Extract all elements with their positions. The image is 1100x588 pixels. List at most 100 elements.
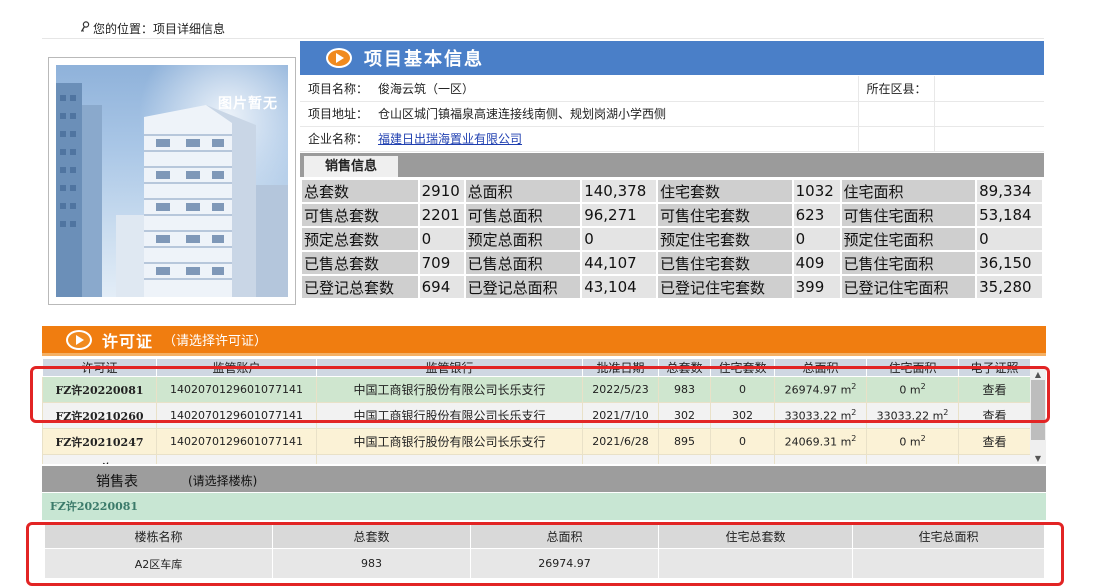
residential-area-value: 0 m (899, 383, 921, 397)
sales-metric-value: 0 (580, 226, 659, 252)
permit-row[interactable]: FZ许20220081 1402070129601077141 中国工商银行股份有限… (42, 376, 1031, 403)
sales-metric-label: 预定总面积 (463, 226, 583, 252)
building-image: 图片暂无 (56, 65, 288, 297)
info-row-company: 企业名称： 福建日出瑞海置业有限公司 (300, 126, 1044, 152)
scroll-thumb[interactable] (1031, 380, 1045, 440)
total-units: 302 (658, 402, 711, 429)
address-value: 仓山区城门镇福泉高速连接线南侧、规划岗湖小学西侧 (370, 101, 858, 127)
residential-units: 302 (710, 402, 775, 429)
permit-header: 许可证 （请选择许可证） (42, 326, 1046, 356)
sales-metric-value: 2910 (417, 178, 466, 204)
supervision-bank: 中国工商银行股份有限公司长乐支行 (316, 428, 583, 455)
sales-metric-value: 36,150 (975, 250, 1044, 276)
sales-info-row: 可售总套数 2201 可售总面积 96,271 可售住宅套数 623 可售住宅面积 53,18… (300, 202, 1044, 228)
permit-column-header: 许可证 (42, 358, 157, 377)
info-row-name: 项目名称： 俊海云筑（一区） 所在区县： (300, 76, 1044, 102)
info-row-address: 项目地址： 仓山区城门镇福泉高速连接线南侧、规划岗湖小学西侧 (300, 101, 1044, 127)
approval-date: 2021/7/10 (582, 402, 659, 429)
area-unit-superscript: 2 (851, 408, 857, 418)
total-area: 33033.22 m2 (774, 402, 867, 429)
sales-metric-label: 住宅面积 (839, 178, 978, 204)
view-certificate-link[interactable] (958, 454, 1031, 464)
area-unit-superscript: 2 (943, 408, 949, 418)
breadcrumb-text: 您的位置：项目详细信息 (93, 22, 226, 36)
sales-metric-label: 预定总套数 (300, 226, 420, 252)
permit-row[interactable]: FZ许 (42, 454, 1031, 464)
district-value (933, 76, 1044, 102)
area-unit-superscript: 2 (920, 382, 926, 392)
sales-metric-label: 已售住宅套数 (656, 250, 794, 276)
view-certificate-link[interactable]: 查看 (958, 428, 1031, 455)
permit-list[interactable]: 许可证 监管账户 监管银行 批准日期 总套数 住宅套数 总面积 住宅面积 电子证照 FZ许202… (42, 358, 1046, 464)
approval-date: 2022/5/23 (582, 376, 659, 403)
sales-metric-label: 总面积 (463, 178, 583, 204)
building-building[interactable]: A2区车库 (44, 548, 273, 579)
sales-metric-value: 399 (791, 274, 842, 300)
sales-metric-label: 预定住宅套数 (656, 226, 794, 252)
building-table: 楼栋名称 总套数 总面积 住宅总套数 住宅总面积 A2区车库 983 26974.97 (44, 524, 1045, 579)
supervision-account: 1402070129601077141 (156, 376, 317, 403)
approval-date: 2021/6/28 (582, 428, 659, 455)
company-link[interactable]: 福建日出瑞海置业有限公司 (378, 132, 522, 146)
breadcrumb: 您的位置：项目详细信息 (80, 20, 225, 37)
sales-metric-value: 53,184 (975, 202, 1044, 228)
supervision-bank (316, 454, 583, 464)
permit-number: FZ许20210260 (42, 402, 157, 429)
supervision-bank: 中国工商银行股份有限公司长乐支行 (316, 402, 583, 429)
sales-metric-value: 623 (791, 202, 842, 228)
total-area-value: 24069.31 m (784, 435, 852, 449)
permit-column-header: 监管银行 (316, 358, 583, 377)
permit-number: FZ许20220081 (42, 376, 157, 403)
permit-row[interactable]: FZ许20210260 1402070129601077141 中国工商银行股份有限… (42, 402, 1031, 429)
sales-metric-label: 已登记总套数 (300, 274, 420, 300)
area-unit-superscript: 2 (851, 434, 857, 444)
permit-column-header: 总面积 (774, 358, 867, 377)
building-total-area: 26974.97 (470, 548, 659, 579)
scroll-up-arrow-icon[interactable]: ▲ (1030, 368, 1046, 380)
sales-metric-label: 住宅套数 (656, 178, 794, 204)
project-name-label: 项目名称： (300, 76, 370, 102)
approval-date (582, 454, 659, 464)
permit-row[interactable]: FZ许20210247 1402070129601077141 中国工商银行股份有限… (42, 428, 1031, 455)
scroll-down-arrow-icon[interactable]: ▼ (1030, 452, 1046, 464)
sales-metric-label: 已售住宅面积 (839, 250, 978, 276)
selected-permit-label: FZ许20220081 (42, 493, 1046, 520)
residential-area: 33033.22 m2 (866, 402, 959, 429)
supervision-bank: 中国工商银行股份有限公司长乐支行 (316, 376, 583, 403)
permit-number: FZ许20210247 (42, 428, 157, 455)
sales-info-row: 总套数 2910 总面积 140,378 住宅套数 1032 住宅面积 89,334 (300, 178, 1044, 204)
building-res-units (658, 548, 853, 579)
sales-metric-value: 89,334 (975, 178, 1044, 204)
building-total-units: 983 (272, 548, 471, 579)
supervision-account: 1402070129601077141 (156, 428, 317, 455)
permit-number: FZ许 (42, 454, 157, 464)
sales-metric-label: 已登记住宅套数 (656, 274, 794, 300)
building-row[interactable]: A2区车库 983 26974.97 (44, 548, 1045, 579)
sales-table-bar: 销售表 (请选择楼栋) (42, 466, 1046, 492)
tab-sales-info[interactable]: 销售信息 (304, 156, 398, 177)
sales-table-label: 销售表 (96, 474, 138, 490)
residential-units: 0 (710, 428, 775, 455)
supervision-account (156, 454, 317, 464)
play-icon (326, 48, 352, 68)
sales-metric-value: 709 (417, 250, 466, 276)
sales-metric-value: 43,104 (580, 274, 659, 300)
residential-area: 0 m2 (866, 428, 959, 455)
total-area (774, 454, 867, 464)
sales-metric-label: 可售总面积 (463, 202, 583, 228)
divider (42, 38, 1044, 39)
sales-info-grid: 总套数 2910 总面积 140,378 住宅套数 1032 住宅面积 89,334 可售总套数… (300, 178, 1044, 300)
total-area: 26974.97 m2 (774, 376, 867, 403)
sales-metric-value: 0 (791, 226, 842, 252)
total-area: 24069.31 m2 (774, 428, 867, 455)
sales-metric-value: 44,107 (580, 250, 659, 276)
permit-hint: （请选择许可证） (163, 334, 268, 349)
permit-scrollbar[interactable]: ▲ ▼ (1030, 368, 1046, 464)
sales-info-row: 已售总套数 709 已售总面积 44,107 已售住宅套数 409 已售住宅面积 36,150 (300, 250, 1044, 276)
residential-area-value: 0 m (899, 435, 921, 449)
sales-table-hint: (请选择楼栋) (188, 474, 258, 488)
view-certificate-link[interactable]: 查看 (958, 402, 1031, 429)
sales-metric-label: 可售住宅面积 (839, 202, 978, 228)
view-certificate-link[interactable]: 查看 (958, 376, 1031, 403)
key-icon (80, 21, 90, 36)
